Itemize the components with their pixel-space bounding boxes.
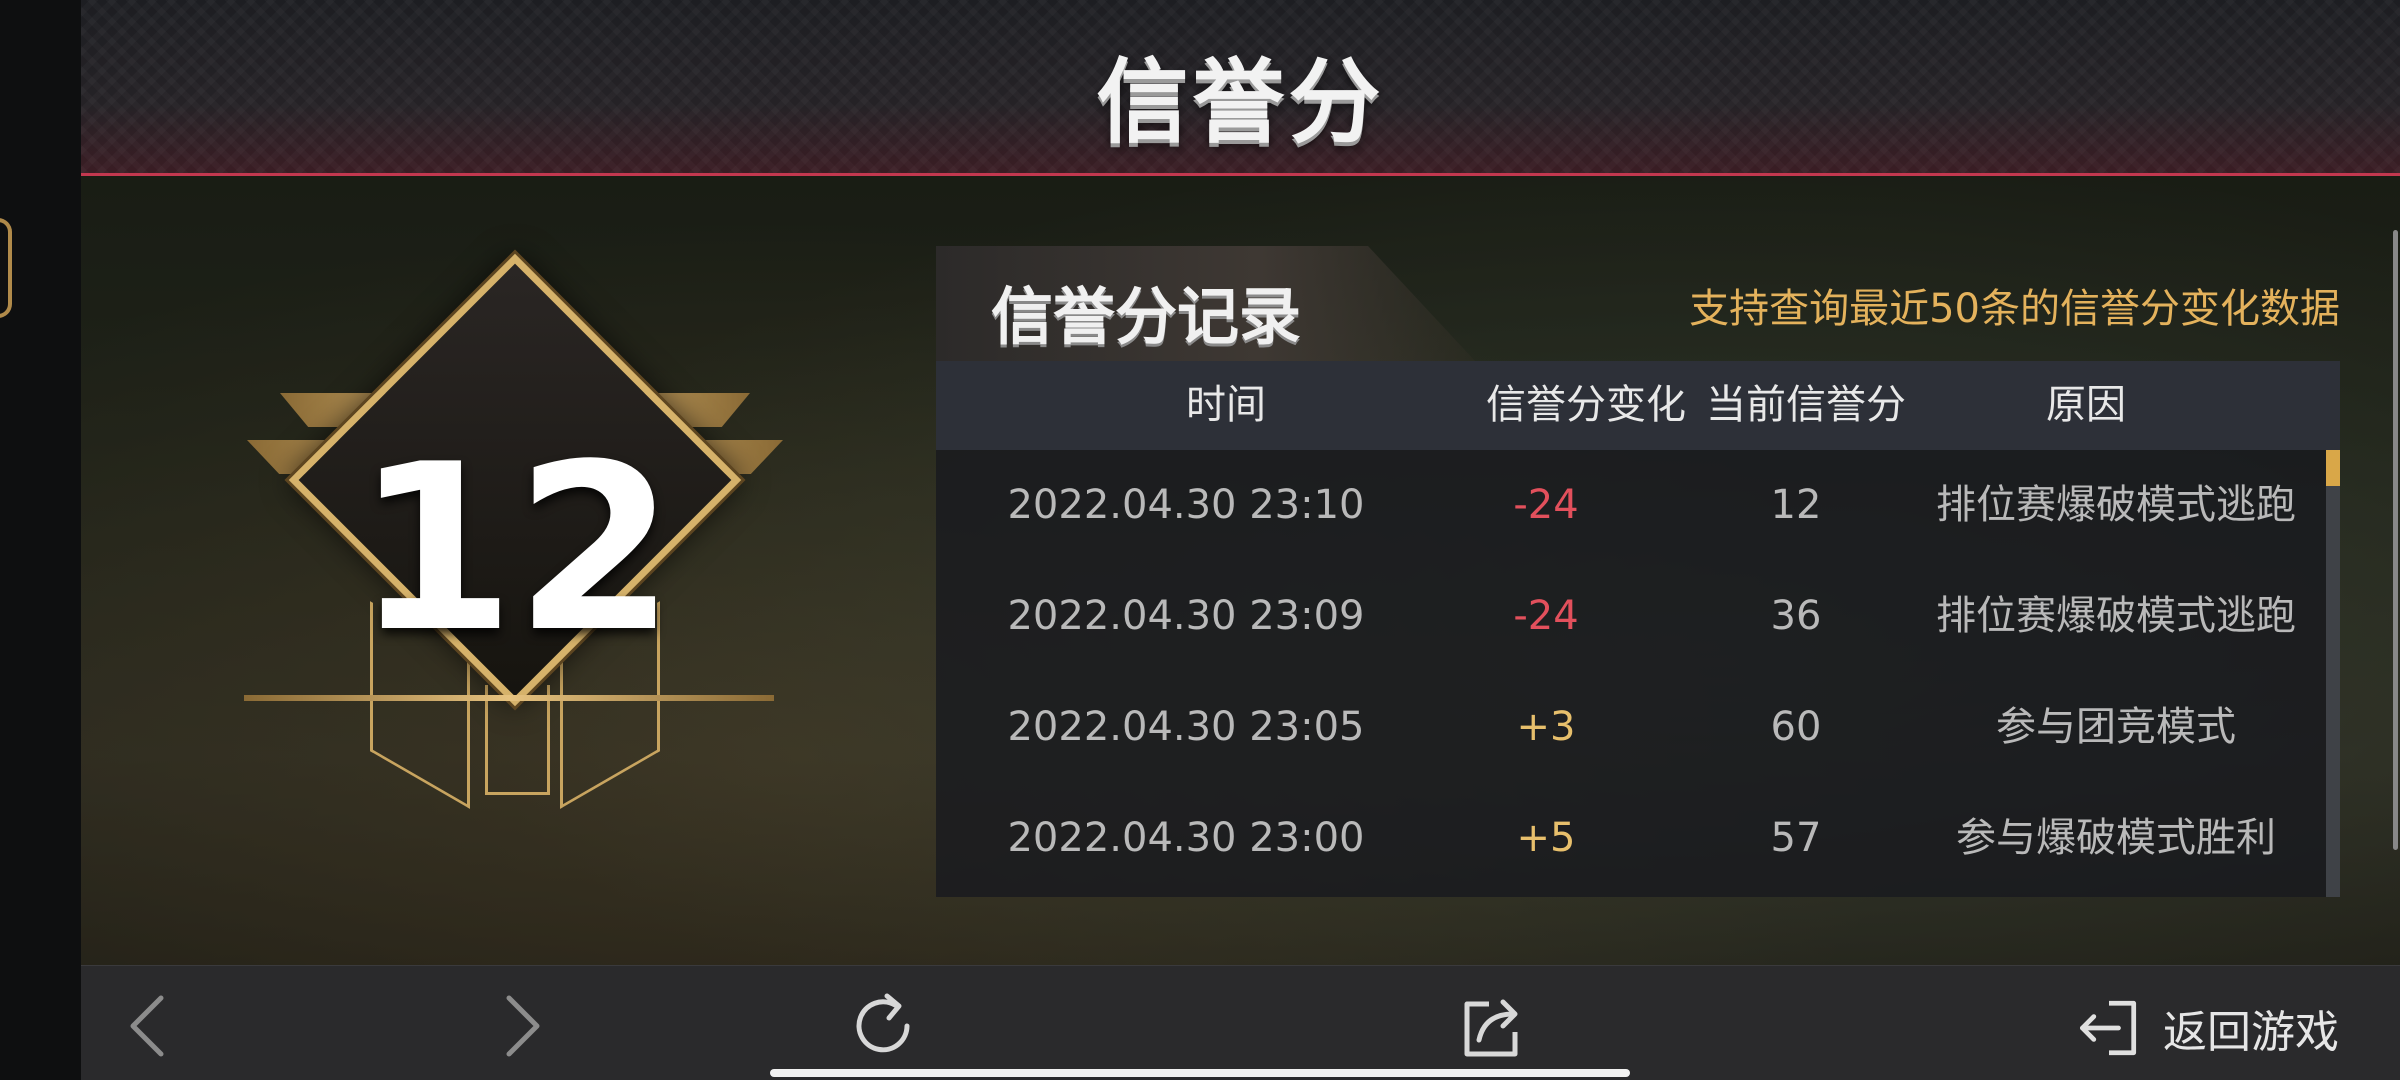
app-window: 信誉分 12 信誉分记录 支持查询最近50条的信誉分变化数据 时间 信誉分变化 … (81, 0, 2400, 1080)
right-edge-indicator (2393, 230, 2398, 850)
cell-change: +3 (1516, 704, 1576, 750)
records-panel: 信誉分记录 支持查询最近50条的信誉分变化数据 时间 信誉分变化 当前信誉分 原… (936, 246, 2340, 898)
share-button[interactable] (1453, 986, 1533, 1066)
chevron-right-icon (506, 995, 540, 1057)
cell-reason: 参与爆破模式胜利 (1956, 815, 2276, 861)
cell-time: 2022.04.30 23:09 (1007, 593, 1365, 639)
records-heading: 信誉分记录 (991, 280, 1302, 353)
edge-tab-icon[interactable] (0, 218, 12, 318)
cell-change: +5 (1516, 815, 1576, 861)
chevron-left-icon (130, 995, 164, 1057)
cell-current: 57 (1770, 815, 1822, 861)
cell-reason: 排位赛爆破模式逃跑 (1936, 593, 2296, 639)
return-to-game-button[interactable]: 返回游戏 (2071, 988, 2339, 1068)
cell-time: 2022.04.30 23:00 (1007, 815, 1365, 861)
table-row: 2022.04.30 23:09 -24 36 排位赛爆破模式逃跑 (936, 561, 2296, 672)
table-row: 2022.04.30 23:10 -24 12 排位赛爆破模式逃跑 (936, 450, 2296, 561)
left-edge-strip (0, 0, 81, 1080)
cell-current: 60 (1770, 704, 1822, 750)
badge-divider (244, 695, 774, 701)
page-title: 信誉分 (1096, 49, 1385, 156)
refresh-icon (856, 993, 910, 1053)
cell-current: 36 (1770, 593, 1822, 639)
cell-reason: 参与团竞模式 (1996, 704, 2236, 750)
records-table[interactable]: 时间 信誉分变化 当前信誉分 原因 2022.04.30 23:10 -24 1… (936, 361, 2340, 897)
cell-reason: 排位赛爆破模式逃跑 (1936, 482, 2296, 528)
forward-button[interactable] (479, 986, 559, 1066)
cell-time: 2022.04.30 23:10 (1007, 482, 1365, 528)
refresh-button[interactable] (843, 986, 923, 1066)
page-header: 信誉分 (81, 0, 2400, 176)
column-header-change: 信誉分变化 (1486, 382, 1686, 428)
scroll-thumb[interactable] (2326, 450, 2340, 486)
back-button[interactable] (111, 986, 191, 1066)
table-row: 2022.04.30 23:00 +5 57 参与爆破模式胜利 (936, 783, 2296, 894)
cell-current: 12 (1770, 482, 1822, 528)
column-header-reason: 原因 (2046, 382, 2126, 428)
column-header-time: 时间 (1186, 382, 1266, 428)
table-scrollbar[interactable] (2326, 450, 2340, 897)
return-to-game-label: 返回游戏 (2163, 1007, 2339, 1058)
reputation-score: 12 (354, 416, 676, 683)
column-header-current: 当前信誉分 (1706, 382, 1906, 428)
table-row: 2022.04.30 23:05 +3 60 参与团竞模式 (936, 672, 2296, 783)
reputation-badge: 12 (165, 253, 865, 915)
share-icon (1464, 999, 1518, 1057)
cell-time: 2022.04.30 23:05 (1007, 704, 1365, 750)
table-header: 时间 信誉分变化 当前信誉分 原因 (936, 361, 2340, 450)
home-indicator[interactable] (770, 1069, 1630, 1077)
cell-change: -24 (1513, 482, 1579, 528)
records-note: 支持查询最近50条的信誉分变化数据 (1689, 286, 2340, 332)
cell-change: -24 (1513, 593, 1579, 639)
exit-icon (2080, 1000, 2137, 1056)
browser-toolbar: 返回游戏 (81, 965, 2400, 1080)
